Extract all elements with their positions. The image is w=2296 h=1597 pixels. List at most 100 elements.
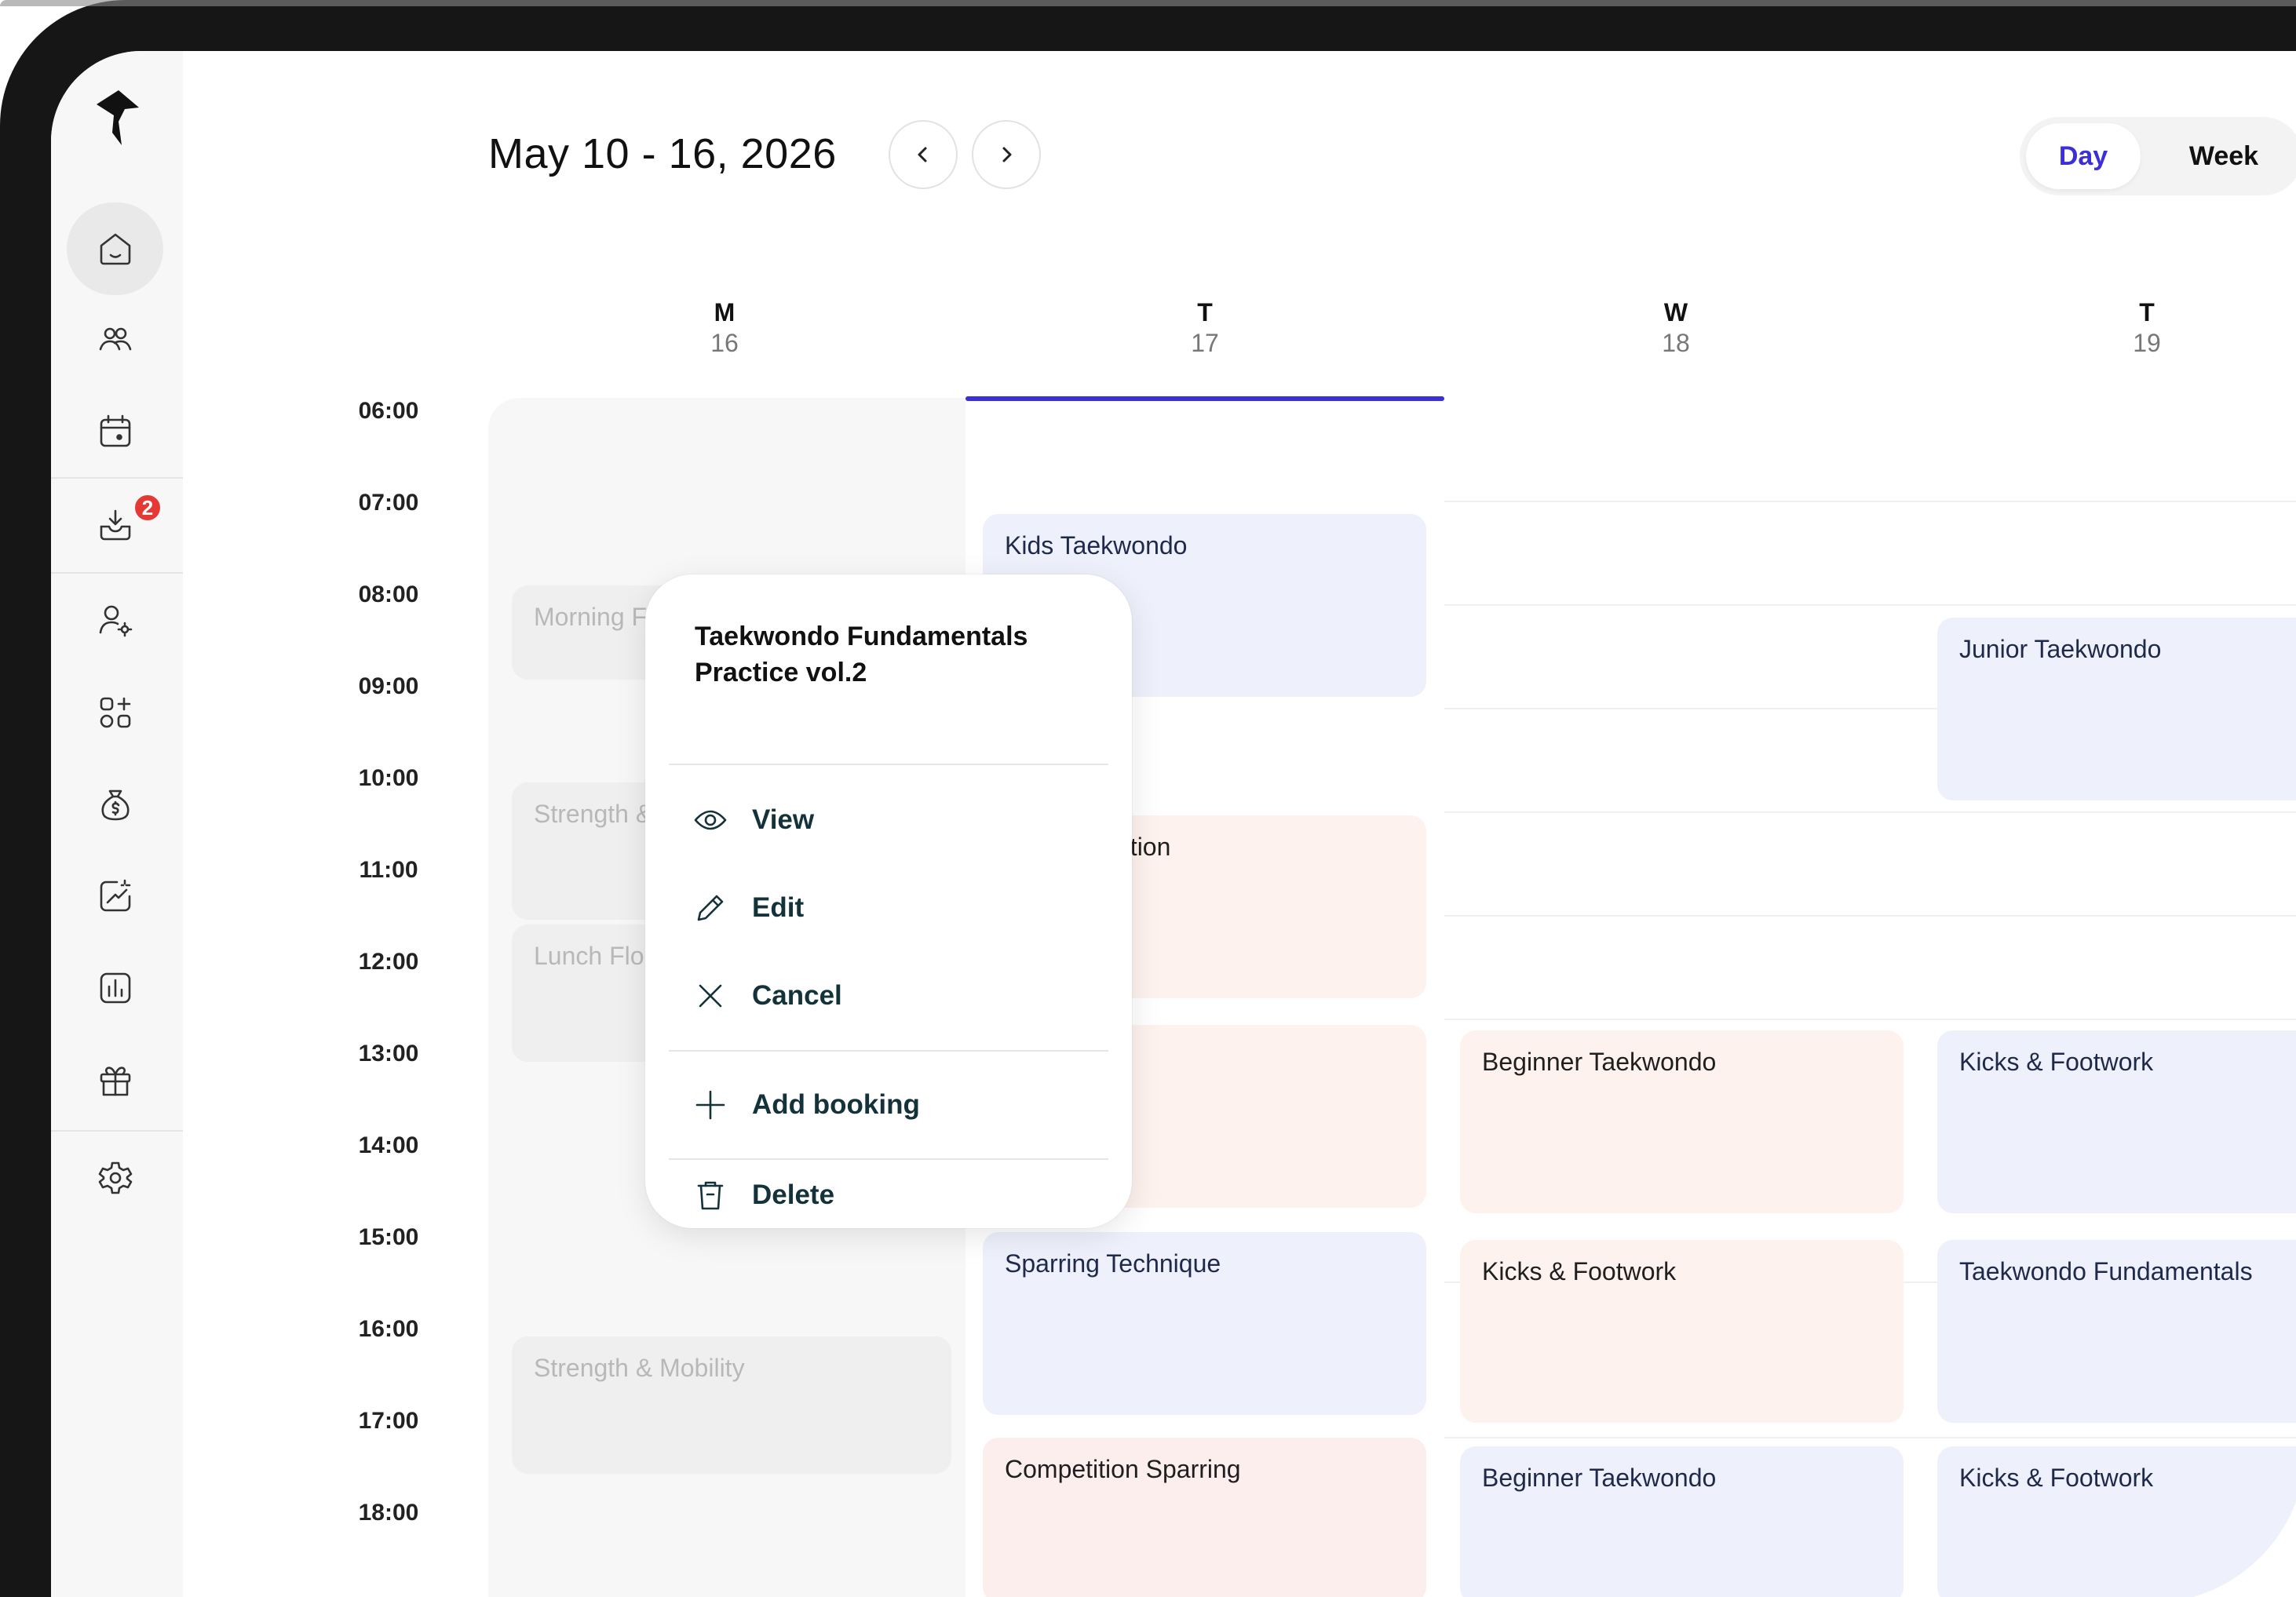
week-view-button[interactable]: Week (2153, 123, 2294, 189)
date-range-title: May 10 - 16, 2026 (488, 130, 837, 177)
next-week-button[interactable] (972, 120, 1041, 189)
time-label: 18:00 (358, 1500, 419, 1526)
sidebar-item-gifts[interactable] (67, 1034, 163, 1127)
event-title: Beginner Taekwondo (1482, 1048, 1717, 1076)
day-view-button[interactable]: Day (2026, 123, 2141, 189)
home-icon (100, 233, 130, 265)
event-title: Morning F (534, 603, 648, 631)
menu-item-label: Edit (752, 892, 805, 923)
plus-icon (695, 1090, 725, 1120)
event-title: Junior Taekwondo (1959, 635, 2162, 663)
chevron-right-icon (1002, 147, 1012, 162)
time-label: 16:00 (358, 1316, 419, 1342)
day-header-mon[interactable]: M 16 (677, 298, 772, 358)
time-label: 12:00 (358, 949, 419, 975)
menu-item-label: Delete (752, 1180, 835, 1210)
calendar-icon (100, 414, 130, 447)
menu-item-add-booking[interactable]: Add booking (692, 1081, 1085, 1128)
event-card[interactable]: Kicks & Footwork (1937, 1446, 2296, 1597)
event-context-menu: Taekwondo Fundamentals Practice vol.2 Vi… (645, 574, 1132, 1228)
event-title: Taekwondo Fundamentals (1959, 1257, 2253, 1285)
menu-item-view[interactable]: View (692, 797, 1085, 844)
grid-line (1444, 604, 2296, 606)
inbox-badge: 2 (133, 493, 162, 523)
event-title: Sparring Technique (1005, 1249, 1221, 1278)
sidebar-item-marketing[interactable] (67, 850, 163, 943)
day-header-wed[interactable]: W 18 (1629, 298, 1723, 358)
day-number: 19 (2133, 329, 2161, 357)
time-label: 11:00 (359, 857, 418, 883)
day-number: 17 (1191, 329, 1219, 357)
menu-item-label: Add booking (752, 1089, 920, 1120)
time-label: 14:00 (358, 1132, 419, 1158)
sidebar-item-apps[interactable] (67, 666, 163, 759)
day-number: 16 (710, 329, 739, 357)
users-icon (99, 327, 131, 351)
time-label: 08:00 (358, 582, 419, 607)
today-indicator (965, 396, 1444, 401)
day-header-thu[interactable]: T 19 (2100, 298, 2194, 358)
time-label: 10:00 (358, 765, 419, 791)
event-card[interactable]: Sparring Technique (983, 1232, 1426, 1415)
grid-line (1444, 1019, 2296, 1020)
sidebar-item-staff[interactable] (67, 574, 163, 666)
money-bag-icon (100, 789, 130, 821)
sidebar-item-settings[interactable] (67, 1132, 163, 1224)
event-card[interactable]: Beginner Taekwondo (1460, 1030, 1904, 1213)
menu-item-delete[interactable]: Delete (692, 1172, 1085, 1219)
event-card[interactable]: Strength & Mobility (512, 1336, 951, 1474)
time-label: 17:00 (358, 1408, 419, 1434)
time-label: 06:00 (358, 398, 419, 424)
event-title: Kicks & Footwork (1482, 1257, 1677, 1285)
event-title: Kicks & Footwork (1959, 1464, 2154, 1492)
sidebar-item-reports[interactable] (67, 942, 163, 1034)
day-letter: T (1197, 298, 1213, 326)
bar-chart-icon (100, 972, 130, 1004)
day-header-tue[interactable]: T 17 (1158, 298, 1252, 358)
day-letter: W (1663, 298, 1688, 326)
previous-week-button[interactable] (889, 120, 958, 189)
event-card[interactable]: Kicks & Footwork (1460, 1240, 1904, 1423)
menu-item-label: Cancel (752, 980, 842, 1011)
sidebar-item-calendar[interactable] (67, 385, 163, 478)
event-title: Lunch Flo (534, 942, 644, 970)
event-card[interactable]: Taekwondo Fundamentals (1937, 1240, 2296, 1423)
event-card[interactable]: Kicks & Footwork (1937, 1030, 2296, 1213)
grid-line (1444, 1437, 2296, 1438)
sidebar-item-members[interactable] (67, 294, 163, 386)
menu-item-label: View (752, 804, 815, 835)
grid-line (1444, 915, 2296, 917)
sidebar-item-home[interactable] (67, 202, 163, 295)
day-letter: T (2139, 298, 2155, 326)
time-label: 15:00 (358, 1224, 419, 1250)
gift-icon (100, 1066, 130, 1096)
event-title: Beginner Taekwondo (1482, 1464, 1717, 1492)
gear-icon (98, 1161, 132, 1194)
view-toggle: Day Week (2020, 117, 2296, 195)
menu-divider (669, 764, 1108, 765)
apps-add-icon (100, 697, 130, 728)
inbox-download-icon (100, 509, 130, 541)
event-title: Kids Taekwondo (1005, 531, 1188, 560)
brand-logo[interactable] (90, 87, 145, 150)
app-screen: 2 May 10 - 16, 2026 Day Week M 16 T 17 W… (51, 51, 2296, 1597)
grid-line (1444, 811, 2296, 813)
event-card[interactable]: Beginner Taekwondo (1460, 1446, 1904, 1597)
sidebar: 2 (51, 51, 183, 1597)
trash-icon (697, 1181, 724, 1210)
user-settings-icon (99, 605, 132, 637)
event-title: Strength & (534, 800, 653, 828)
menu-item-edit[interactable]: Edit (692, 884, 1085, 932)
event-title: Kicks & Footwork (1959, 1048, 2154, 1076)
popup-event-title: Taekwondo Fundamentals Practice vol.2 (695, 622, 1028, 687)
chevron-left-icon (918, 147, 927, 162)
sidebar-item-finance[interactable] (67, 759, 163, 851)
menu-item-cancel[interactable]: Cancel (692, 972, 1085, 1019)
event-card[interactable]: Competition Sparring (983, 1438, 1426, 1597)
time-label: 09:00 (358, 673, 419, 699)
time-label: 07:00 (358, 490, 419, 516)
event-card[interactable]: Junior Taekwondo (1937, 618, 2296, 800)
close-icon (699, 984, 722, 1008)
sidebar-item-inbox[interactable]: 2 (67, 479, 163, 571)
event-title: Strength & Mobility (534, 1354, 745, 1382)
